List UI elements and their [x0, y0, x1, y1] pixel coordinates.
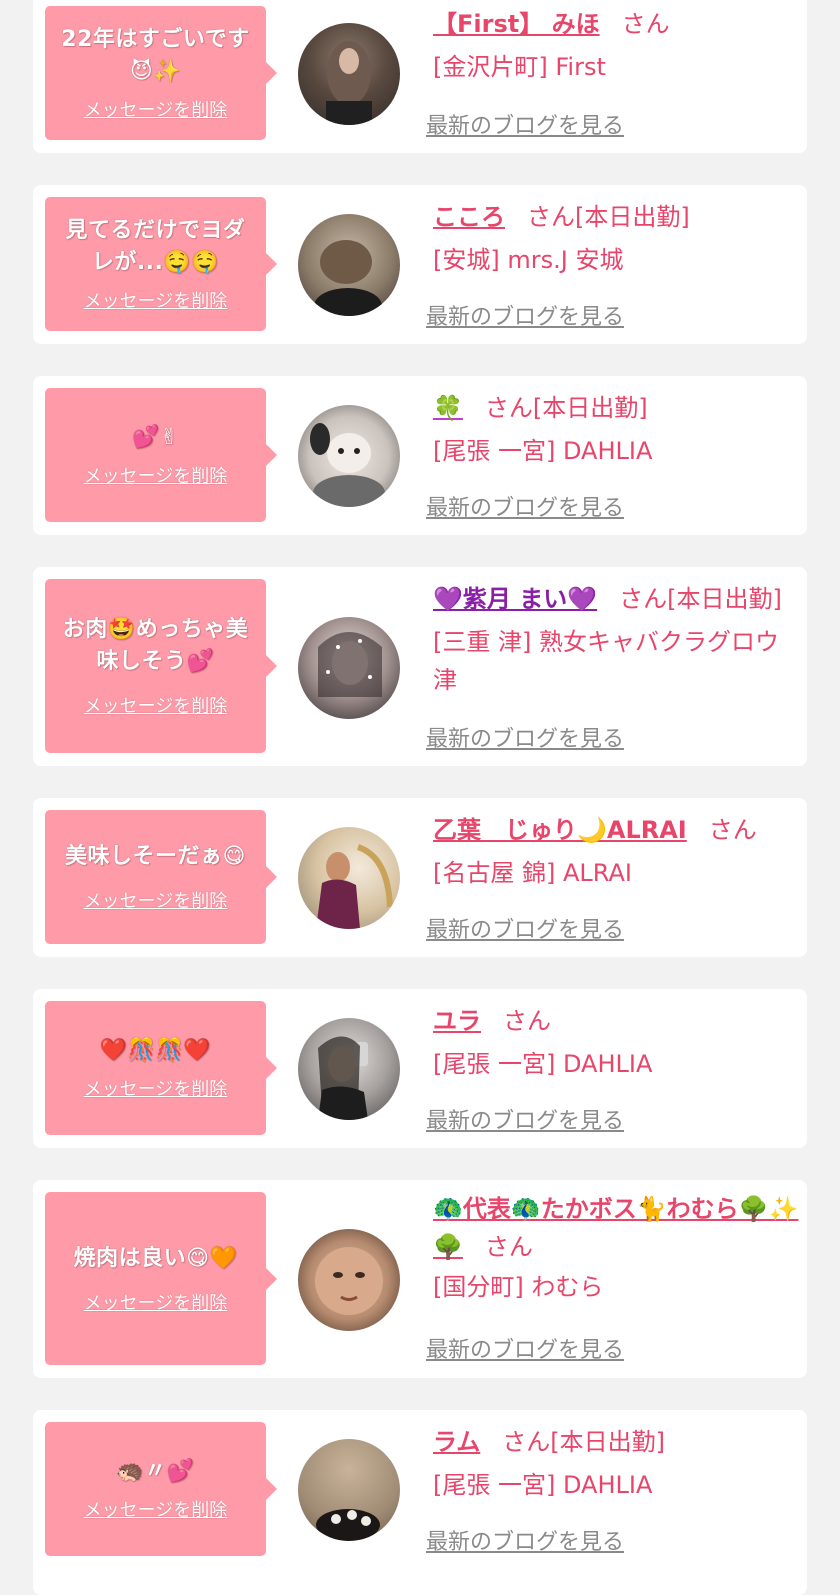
message-card: 焼肉は良い😋🧡 メッセージを削除 🦚代表🦚たかボス🐈わむら🌳✨🌳 さん [国分町]… — [33, 1180, 807, 1378]
shop-location: [安城] mrs.J 安城 — [433, 246, 624, 274]
shop-location: [三重 津] 熟女キャバクラグロウ — [433, 628, 779, 656]
shop-location: [尾張 一宮] DAHLIA — [433, 1471, 653, 1499]
delete-message-link[interactable]: メッセージを削除 — [84, 1075, 228, 1101]
cast-name-link[interactable]: ラム — [433, 1428, 480, 1456]
honorific-status: さん[本日出勤] — [527, 203, 690, 231]
shop-location: [尾張 一宮] DAHLIA — [433, 437, 653, 465]
delete-message-link[interactable]: メッセージを削除 — [84, 462, 228, 488]
shop-location: [名古屋 錦] ALRAI — [433, 859, 632, 887]
latest-blog-link[interactable]: 最新のブログを見る — [426, 490, 624, 522]
cast-name-link[interactable]: 乙葉 じゅり🌙ALRAI — [433, 816, 687, 844]
delete-message-link[interactable]: メッセージを削除 — [84, 287, 228, 313]
honorific-status: さん — [484, 1233, 533, 1261]
latest-blog-link[interactable]: 最新のブログを見る — [426, 1332, 624, 1364]
message-bubble: 🦔〃💕 メッセージを削除 — [45, 1422, 277, 1556]
avatar-image-icon — [326, 41, 372, 125]
message-card: お肉🤩めっちゃ美 味しそう💕 メッセージを削除 💜紫月 まい💜 さん[本日出勤] … — [33, 567, 807, 766]
latest-blog-link[interactable]: 最新のブログを見る — [426, 108, 624, 140]
latest-blog-link[interactable]: 最新のブログを見る — [426, 299, 624, 331]
cast-name-link[interactable]: 💜紫月 まい💜 — [433, 585, 597, 613]
latest-blog-link[interactable]: 最新のブログを見る — [426, 1103, 624, 1135]
honorific-status: さん — [503, 1007, 551, 1035]
cast-name-link[interactable]: ユラ — [433, 1007, 481, 1035]
cast-info: 乙葉 じゅり🌙ALRAI さん [名古屋 錦] ALRAI — [433, 810, 803, 892]
honorific-status: さん — [621, 10, 670, 38]
shop-location: [尾張 一宮] DAHLIA — [433, 1050, 653, 1078]
avatar-image-icon — [318, 632, 382, 697]
delete-message-link[interactable]: メッセージを削除 — [84, 1289, 228, 1315]
message-bubble: ❤️🎊🎊❤️ メッセージを削除 — [45, 1001, 277, 1135]
avatar[interactable] — [298, 827, 400, 929]
avatar[interactable] — [298, 23, 400, 125]
shop-location: [金沢片町] First — [433, 53, 606, 81]
cast-info: 【First】 みほ さん [金沢片町] First — [433, 4, 803, 86]
message-list: 22年はすごいです 😈✨ メッセージを削除 【First】 みほ さん [金沢片町… — [0, 0, 840, 1595]
message-text-line1: 22年はすごいです — [61, 27, 250, 52]
avatar[interactable] — [298, 1229, 400, 1331]
honorific-status: さん[本日出勤] — [502, 1428, 666, 1456]
message-text-line2: ❤️🎊🎊❤️ — [99, 1038, 212, 1063]
avatar-image-icon — [310, 423, 385, 507]
message-bubble: 💕✌ メッセージを削除 — [45, 388, 277, 522]
avatar[interactable] — [298, 1018, 400, 1120]
message-text-line2: 😈✨ — [129, 59, 182, 84]
message-bubble: 見てるだけでヨダ レが...🤤🤤 メッセージを削除 — [45, 197, 277, 331]
message-bubble: 美味しそーだぁ😋 メッセージを削除 — [45, 810, 277, 944]
delete-message-link[interactable]: メッセージを削除 — [84, 1496, 228, 1522]
message-card: 22年はすごいです 😈✨ メッセージを削除 【First】 みほ さん [金沢片町… — [33, 0, 807, 153]
message-card: 美味しそーだぁ😋 メッセージを削除 乙葉 じゅり🌙ALRAI さん [名古屋 錦]… — [33, 798, 807, 957]
message-text-line1: お肉🤩めっちゃ美 — [62, 617, 249, 642]
message-text-line1: 焼肉は良い😋🧡 — [73, 1245, 238, 1271]
delete-message-link[interactable]: メッセージを削除 — [84, 96, 228, 122]
avatar-image-icon — [315, 1247, 383, 1315]
message-card: 💕✌ メッセージを削除 🍀 さん[本日出勤] [尾張 一宮] DAHLIA 最新の… — [33, 376, 807, 535]
message-card: ❤️🎊🎊❤️ メッセージを削除 ユラ さん [尾張 一宮] DAHLIA 最新のブ… — [33, 989, 807, 1148]
avatar[interactable] — [298, 405, 400, 507]
avatar-image-icon — [316, 1509, 380, 1541]
cast-info: 🦚代表🦚たかボス🐈わむら🌳✨🌳 さん [国分町] わむら — [433, 1190, 803, 1306]
honorific-status: さん[本日出勤] — [484, 394, 648, 422]
avatar[interactable] — [298, 1439, 400, 1541]
message-text-line2: 🦔〃💕 — [116, 1459, 195, 1484]
message-bubble: 22年はすごいです 😈✨ メッセージを削除 — [45, 6, 277, 140]
avatar[interactable] — [298, 214, 400, 316]
latest-blog-link[interactable]: 最新のブログを見る — [426, 1524, 624, 1556]
avatar-image-icon — [318, 1036, 368, 1120]
cast-info: こころ さん[本日出勤] [安城] mrs.J 安城 — [433, 197, 803, 279]
delete-message-link[interactable]: メッセージを削除 — [84, 692, 228, 718]
avatar-image-icon — [314, 240, 382, 316]
honorific-status: さん[本日出勤] — [619, 585, 782, 613]
cast-name-link[interactable]: 🍀 — [433, 394, 463, 422]
shop-location: [国分町] わむら — [433, 1273, 604, 1301]
message-text-line2: 味しそう💕 — [96, 649, 215, 674]
latest-blog-link[interactable]: 最新のブログを見る — [426, 721, 624, 753]
message-text-line2: レが...🤤🤤 — [91, 250, 220, 275]
latest-blog-link[interactable]: 最新のブログを見る — [426, 912, 624, 944]
cast-info: ユラ さん [尾張 一宮] DAHLIA — [433, 1001, 803, 1083]
message-bubble: 焼肉は良い😋🧡 メッセージを削除 — [45, 1192, 277, 1365]
message-text-line2: 💕✌ — [132, 425, 179, 450]
avatar[interactable] — [298, 617, 400, 719]
cast-name-link[interactable]: 【First】 みほ — [433, 10, 600, 38]
message-text-line1: 見てるだけでヨダ — [65, 218, 246, 243]
cast-name-link[interactable]: こころ — [433, 203, 505, 231]
cast-info: ラム さん[本日出勤] [尾張 一宮] DAHLIA — [433, 1422, 803, 1504]
cast-info: 💜紫月 まい💜 さん[本日出勤] [三重 津] 熟女キャバクラグロウ 津 — [433, 579, 803, 699]
honorific-status: さん — [708, 816, 757, 844]
shop-location-cont: 津 — [433, 666, 457, 694]
cast-info: 🍀 さん[本日出勤] [尾張 一宮] DAHLIA — [433, 388, 803, 470]
message-bubble: お肉🤩めっちゃ美 味しそう💕 メッセージを削除 — [45, 579, 277, 753]
delete-message-link[interactable]: メッセージを削除 — [84, 887, 228, 913]
message-text-line1: 美味しそーだぁ😋 — [65, 844, 246, 869]
message-card: 🦔〃💕 メッセージを削除 ラム さん[本日出勤] [尾張 一宮] DAHLIA 最… — [33, 1410, 807, 1595]
message-card: 見てるだけでヨダ レが...🤤🤤 メッセージを削除 こころ さん[本日出勤] [安… — [33, 185, 807, 344]
avatar-image-icon — [316, 844, 393, 929]
